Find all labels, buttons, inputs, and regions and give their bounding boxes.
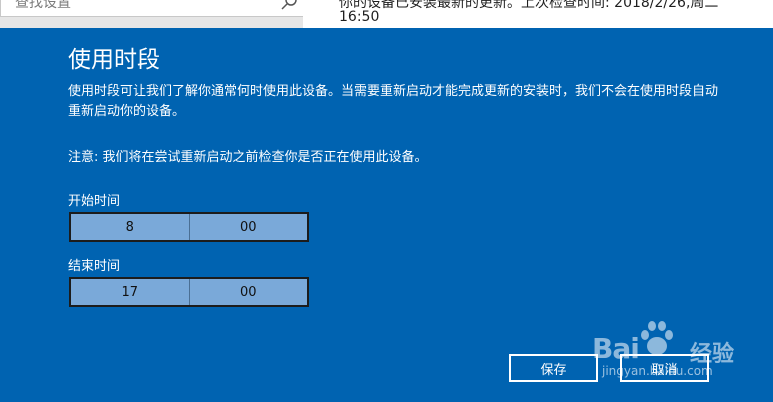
- end-time-label: 结束时间: [68, 259, 121, 274]
- background-settings-page: 查找设置 你的设备已安装最新的更新。上次检查时间: 2018/2/26,周二 1…: [0, 0, 773, 28]
- update-status-panel: 你的设备已安装最新的更新。上次检查时间: 2018/2/26,周二 16:50: [303, 0, 773, 28]
- search-icon: [281, 0, 297, 10]
- start-time-label: 开始时间: [68, 194, 121, 209]
- dialog-description: 使用时段可让我们了解你通常何时使用此设备。当需要重新启动才能完成更新的安装时，我…: [68, 84, 719, 119]
- start-hour-cell[interactable]: 8: [71, 214, 189, 240]
- start-minute-cell[interactable]: 00: [188, 214, 308, 240]
- settings-search-placeholder: 查找设置: [15, 0, 71, 11]
- end-time-picker[interactable]: 17 00: [69, 277, 309, 307]
- update-status-text: 你的设备已安装最新的更新。上次检查时间: 2018/2/26,周二: [339, 0, 719, 11]
- end-minute-cell[interactable]: 00: [188, 279, 308, 305]
- cancel-button[interactable]: 取消: [620, 354, 709, 382]
- dialog-title: 使用时段: [68, 47, 160, 73]
- end-hour-cell[interactable]: 17: [71, 279, 189, 305]
- settings-search-box[interactable]: 查找设置: [0, 0, 305, 17]
- save-button[interactable]: 保存: [509, 354, 598, 382]
- dialog-note: 注意: 我们将在尝试重新启动之前检查你是否正在使用此设备。: [68, 150, 428, 165]
- active-hours-dialog: 使用时段 使用时段可让我们了解你通常何时使用此设备。当需要重新启动才能完成更新的…: [0, 28, 773, 402]
- update-time-text: 16:50: [339, 9, 380, 25]
- start-time-picker[interactable]: 8 00: [69, 212, 309, 242]
